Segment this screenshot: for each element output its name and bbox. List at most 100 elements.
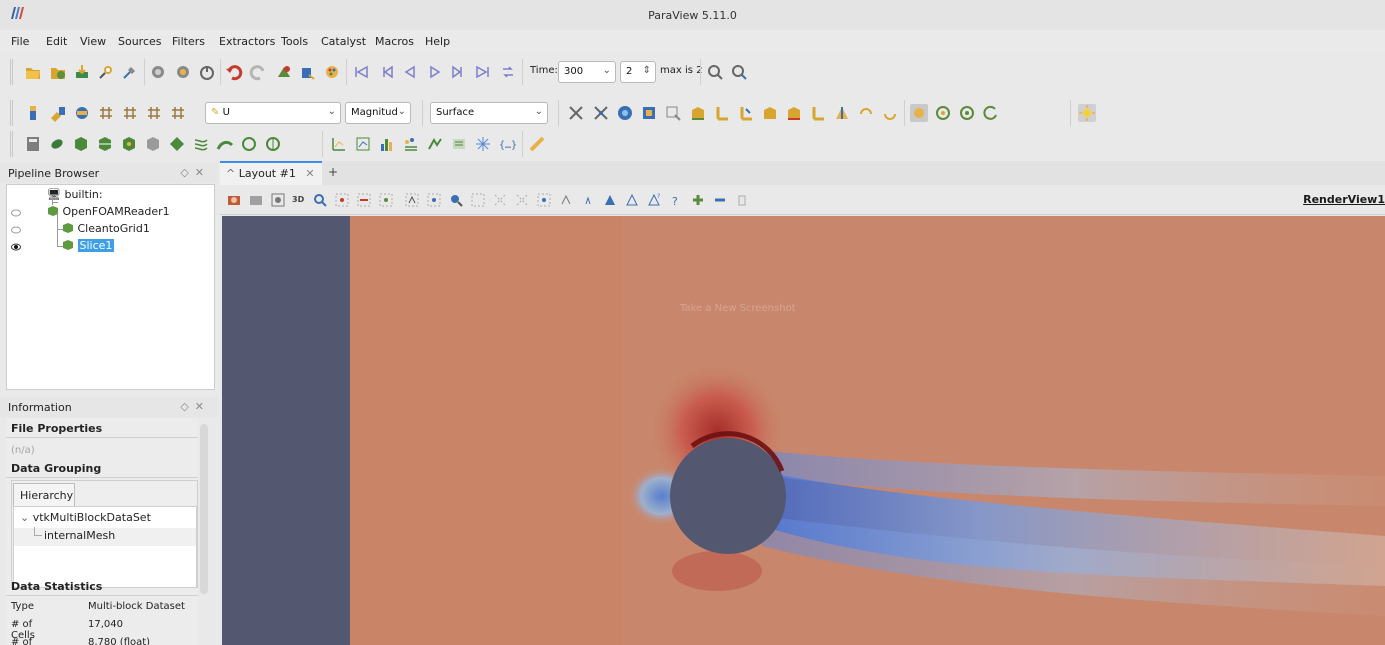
clip-icon[interactable] [72,135,90,153]
toolbar-grip[interactable] [10,131,13,157]
cell-data-to-point-icon[interactable] [474,135,492,153]
split-view-icon[interactable] [312,192,328,208]
time-step-spinbox[interactable]: 2 ⇕ [620,61,656,83]
subtract-selection-icon[interactable] [712,192,728,208]
visibility-hidden-icon[interactable] [11,226,21,234]
python-script-icon[interactable]: {…} [498,135,516,153]
menu-tools[interactable]: Tools [281,35,308,48]
rescale-data-icon[interactable] [169,104,187,122]
temporal-statistics-icon[interactable] [426,135,444,153]
toggle-grid-icon[interactable] [910,104,928,122]
view-minus-y-icon[interactable] [761,104,779,122]
next-frame-icon[interactable] [450,63,468,81]
tab-hierarchy[interactable]: Hierarchy [13,483,75,507]
warp-by-vector-icon[interactable] [216,135,234,153]
pipeline-item-openfoamreader[interactable]: OpenFOAMReader1 [47,205,170,221]
contour-icon[interactable] [48,135,66,153]
close-panel-icon[interactable]: ✕ [195,400,210,413]
undo-icon[interactable] [225,63,243,81]
component-select[interactable]: Magnitud ⌄ [345,102,411,124]
last-frame-icon[interactable] [474,63,492,81]
select-cells-frustum-icon[interactable] [378,192,394,208]
plot-selection-icon[interactable] [354,135,372,153]
menu-filters[interactable]: Filters [172,35,205,48]
find-data-icon[interactable] [299,63,317,81]
tab-layout-1[interactable]: ^ Layout #1 ✕ [220,161,322,185]
threshold-icon[interactable] [120,135,138,153]
toolbar-grip[interactable] [10,59,13,85]
reset-session-icon[interactable] [198,63,216,81]
view-minus-x-icon[interactable] [713,104,731,122]
menu-catalyst[interactable]: Catalyst [321,35,366,48]
zoom-closest-icon[interactable] [730,63,748,81]
pipeline-browser[interactable]: 🖥 builtin: OpenFOAMReader1 CleantoGrid1 … [6,184,215,390]
menu-file[interactable]: File [11,35,29,48]
clear-selection-icon[interactable]: ? [668,192,684,208]
toolbar-grip[interactable] [10,100,13,126]
select-polygon-icon[interactable] [426,192,442,208]
color-array-select[interactable]: ✎ U ⌄ [205,102,341,124]
pipeline-item-slice[interactable]: Slice1 [62,239,115,255]
recent-files-icon[interactable] [49,63,67,81]
save-data-icon[interactable] [73,63,91,81]
reset-camera-icon[interactable] [567,104,585,122]
view-plus-z-icon[interactable] [785,104,803,122]
disconnect-icon[interactable] [121,63,139,81]
flow-field-visualization[interactable] [222,216,1385,645]
camera-undo-icon[interactable] [275,63,293,81]
open-file-icon[interactable] [24,63,42,81]
capture-screenshot-icon[interactable] [226,192,242,208]
load-state-icon[interactable] [149,63,167,81]
menu-extractors[interactable]: Extractors [219,35,275,48]
save-state-icon[interactable] [174,63,192,81]
extract-selection-icon[interactable] [580,192,596,208]
representation-select[interactable]: Surface ⌄ [430,102,548,124]
chevron-down-icon[interactable]: ⌄ [20,511,29,524]
grow-selection-icon[interactable] [536,192,552,208]
view-plus-x-icon[interactable] [689,104,707,122]
slice-icon[interactable] [96,135,114,153]
rescale-temporal-icon[interactable] [121,104,139,122]
hover-points-icon[interactable] [492,192,508,208]
menu-sources[interactable]: Sources [118,35,162,48]
extract-subset-icon[interactable] [144,135,162,153]
glyph-icon[interactable] [168,135,186,153]
trash-icon[interactable] [734,192,750,208]
settings-palette-icon[interactable] [323,63,341,81]
reset-camera-closest-icon[interactable] [592,104,610,122]
loop-icon[interactable] [499,63,517,81]
redo-icon[interactable] [249,63,267,81]
isometric-view-icon[interactable] [833,104,851,122]
select-points-on-icon[interactable] [356,192,372,208]
add-selection-icon[interactable] [690,192,706,208]
capture-camera-icon[interactable] [958,104,976,122]
select-blocks-icon[interactable] [448,192,464,208]
center-axes-icon[interactable] [640,104,658,122]
close-tab-icon[interactable]: ✕ [305,167,314,180]
float-panel-icon[interactable]: ◇ [180,166,194,179]
rotate-minus-90-icon[interactable] [881,104,899,122]
edit-colormap-icon[interactable] [49,104,67,122]
edit-annotation-icon[interactable]: ? [646,192,662,208]
extract-level-icon[interactable] [264,135,282,153]
link-camera-icon[interactable] [934,104,952,122]
preview-icon[interactable] [270,192,286,208]
pipeline-item-cleantogrid[interactable]: CleantoGrid1 [62,222,150,238]
rescale-visible-icon[interactable] [145,104,163,122]
histogram-icon[interactable] [378,135,396,153]
menu-view[interactable]: View [80,35,106,48]
previous-frame-icon[interactable] [377,63,395,81]
descriptive-statistics-icon[interactable] [402,135,420,153]
select-points-frustum-icon[interactable] [404,192,420,208]
stream-tracer-icon[interactable] [192,135,210,153]
save-animation-icon[interactable] [248,192,264,208]
zoom-to-data-icon[interactable] [706,63,724,81]
render-view[interactable]: Take a New Screenshot [222,216,1385,645]
information-scrollbar[interactable] [200,424,208,594]
zoom-box-icon[interactable] [664,104,682,122]
connect-icon[interactable] [97,63,115,81]
select-cells-on-icon[interactable] [334,192,350,208]
calculator-icon[interactable] [24,135,42,153]
tree-item-multiblock[interactable]: ⌄ vtkMultiBlockDataSet [20,511,151,524]
adjust-camera-icon[interactable] [982,104,1000,122]
